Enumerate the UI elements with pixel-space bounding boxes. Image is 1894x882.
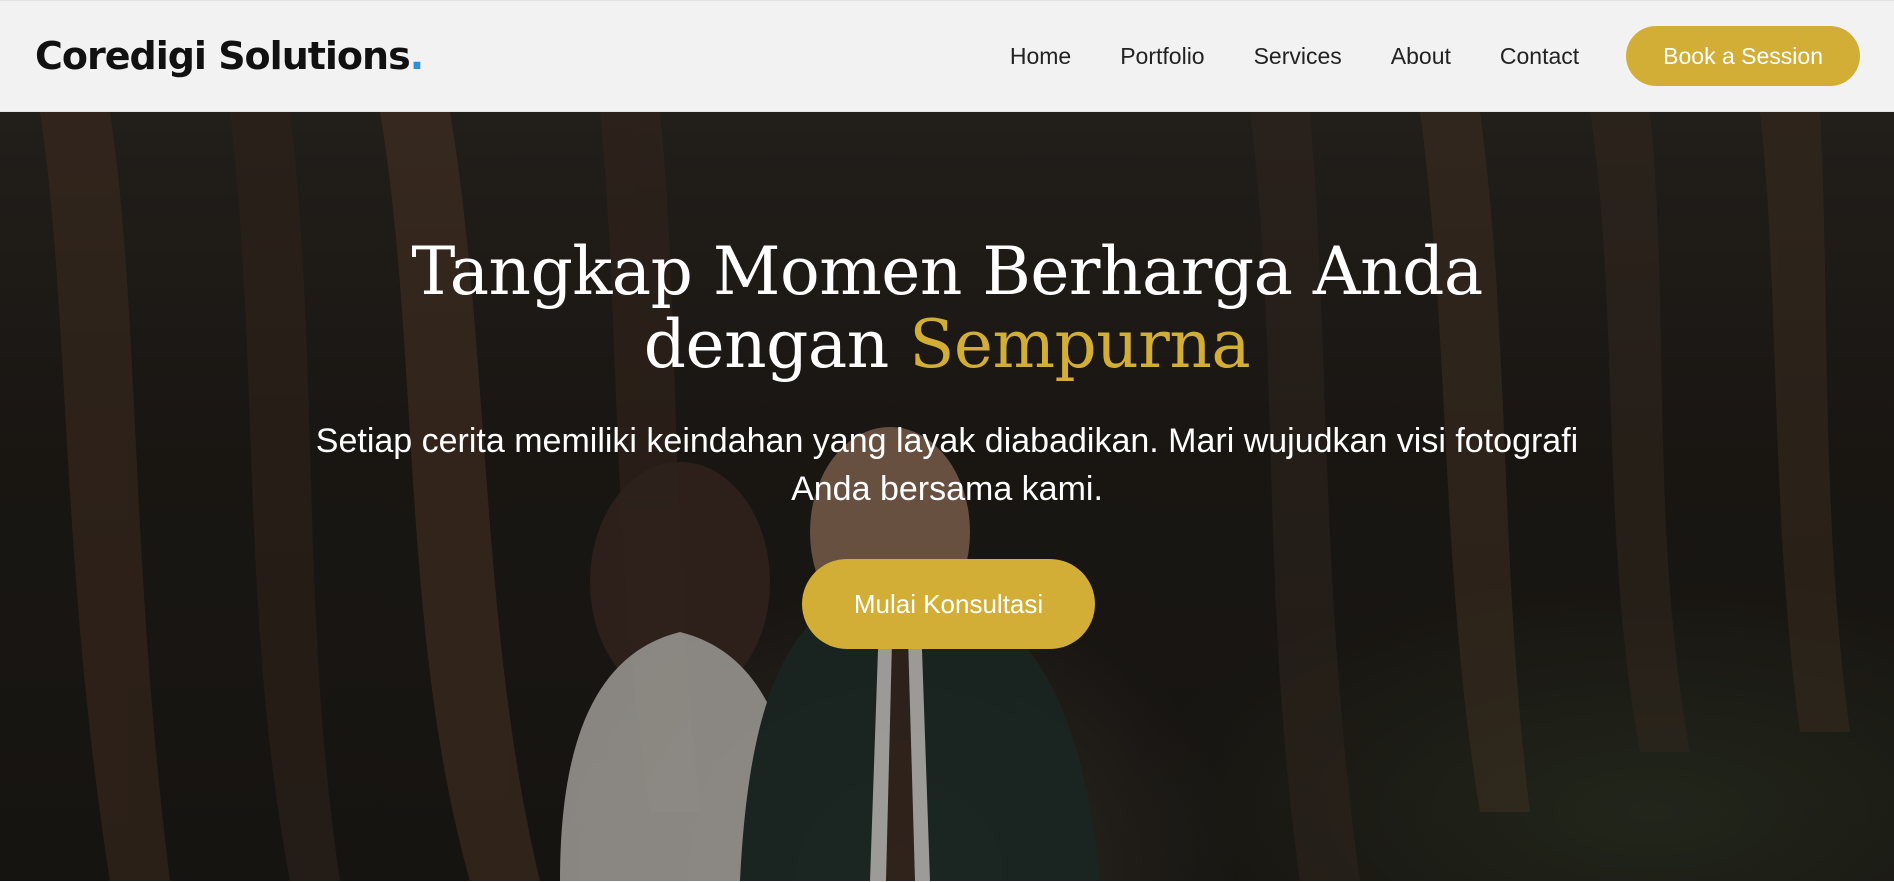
book-session-button[interactable]: Book a Session bbox=[1626, 26, 1860, 86]
nav-about[interactable]: About bbox=[1391, 43, 1451, 70]
site-header: Coredigi Solutions. Home Portfolio Servi… bbox=[0, 0, 1894, 112]
brand-logo[interactable]: Coredigi Solutions. bbox=[35, 34, 424, 78]
nav-contact[interactable]: Contact bbox=[1500, 43, 1579, 70]
hero-title: Tangkap Momen Berharga Anda dengan Sempur… bbox=[347, 235, 1547, 381]
hero-title-line1: Tangkap Momen Berharga Anda bbox=[411, 233, 1483, 310]
hero-title-highlight: Sempurna bbox=[909, 306, 1251, 383]
brand-dot: . bbox=[409, 34, 424, 78]
brand-name: Coredigi Solutions bbox=[35, 34, 411, 78]
hero-title-line2-prefix: dengan bbox=[643, 306, 910, 383]
hero-section: Tangkap Momen Berharga Anda dengan Sempur… bbox=[0, 112, 1894, 881]
main-nav: Home Portfolio Services About Contact Bo… bbox=[1010, 26, 1860, 86]
nav-services[interactable]: Services bbox=[1254, 43, 1342, 70]
nav-portfolio[interactable]: Portfolio bbox=[1120, 43, 1204, 70]
nav-home[interactable]: Home bbox=[1010, 43, 1071, 70]
hero-subtitle: Setiap cerita memiliki keindahan yang la… bbox=[315, 422, 1579, 508]
start-consultation-button[interactable]: Mulai Konsultasi bbox=[802, 559, 1095, 649]
